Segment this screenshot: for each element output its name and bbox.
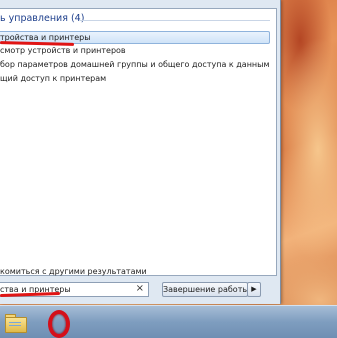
taskbar-opera-button[interactable]: [44, 308, 72, 338]
see-more-results-link[interactable]: комиться с другими результатами: [0, 267, 147, 276]
clear-search-icon[interactable]: ×: [136, 283, 144, 295]
search-results-panel: ь управления (4) тройства и принтеры смо…: [0, 8, 277, 276]
opera-icon: [48, 310, 70, 338]
taskbar-explorer-button[interactable]: [2, 308, 30, 336]
result-printer-sharing[interactable]: щий доступ к принтерам: [0, 73, 270, 85]
result-view-devices-and-printers[interactable]: смотр устройств и принтеров: [0, 45, 270, 57]
group-divider: [80, 20, 270, 21]
shutdown-button[interactable]: Завершение работы: [162, 282, 249, 297]
taskbar: [0, 305, 337, 338]
start-menu: ь управления (4) тройства и принтеры смо…: [0, 0, 281, 304]
shutdown-options-arrow-icon[interactable]: ▶: [247, 282, 261, 297]
result-homegroup-sharing-options[interactable]: бор параметров домашней группы и общего …: [0, 59, 270, 71]
group-header-control-panel: ь управления (4): [0, 13, 85, 24]
